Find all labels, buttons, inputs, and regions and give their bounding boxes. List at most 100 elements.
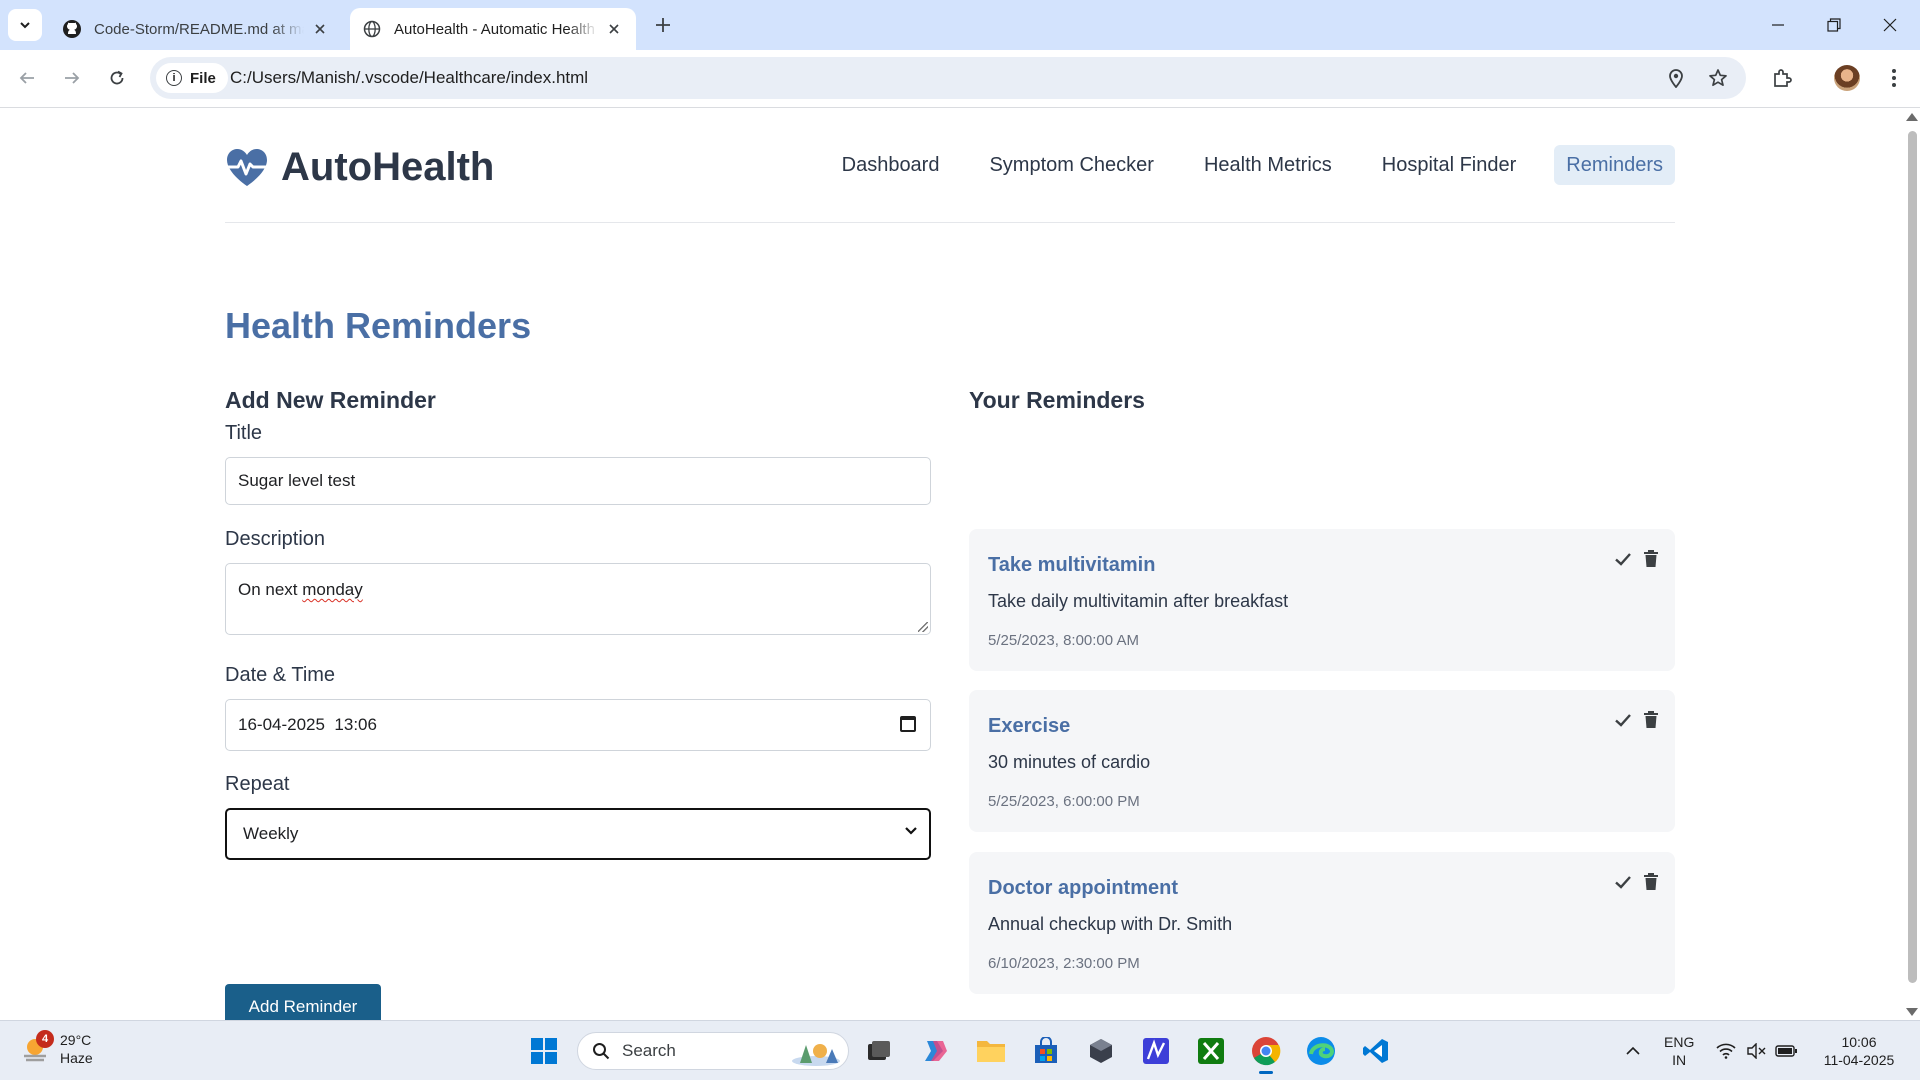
weather-haze-icon: 4 [20, 1030, 54, 1064]
chevron-down-icon [905, 827, 917, 835]
vscode-icon[interactable] [1359, 1034, 1393, 1068]
minimize-icon [1772, 24, 1784, 26]
reminder-card: Exercise 30 minutes of cardio 5/25/2023,… [969, 690, 1675, 832]
check-icon[interactable] [1613, 549, 1633, 569]
reminder-description: Take daily multivitamin after breakfast [988, 591, 1289, 611]
browser-tab-strip: Code-Storm/README.md at main AutoHealth … [0, 0, 1920, 50]
close-icon[interactable] [604, 19, 624, 39]
nav-link-symptom-checker[interactable]: Symptom Checker [977, 145, 1166, 185]
microsoft-store-icon[interactable] [1029, 1034, 1063, 1068]
file-explorer-icon[interactable] [974, 1034, 1008, 1068]
chrome-icon[interactable] [1249, 1034, 1283, 1074]
scroll-down-arrow[interactable] [1906, 1008, 1918, 1016]
search-highlight-icon [792, 1044, 840, 1066]
reminder-title: Doctor appointment [988, 877, 1178, 899]
description-text-prefix: On next [238, 580, 303, 599]
check-icon[interactable] [1613, 710, 1633, 730]
wifi-icon[interactable] [1709, 1034, 1743, 1068]
address-bar[interactable]: i File C:/Users/Manish/.vscode/Healthcar… [150, 57, 1746, 99]
restore-icon [1827, 18, 1841, 32]
reminder-description: Annual checkup with Dr. Smith [988, 914, 1233, 934]
chevron-down-icon [20, 22, 30, 29]
task-view-icon[interactable] [862, 1034, 896, 1068]
search-label: Search [622, 1041, 676, 1060]
bookmark-star-icon[interactable] [1706, 66, 1730, 90]
more-vertical-icon [1892, 69, 1896, 87]
region-code: IN [1672, 1052, 1687, 1068]
calendar-icon[interactable] [900, 716, 916, 732]
clock[interactable]: 10:06 11-04-2025 [1814, 1033, 1904, 1069]
reminder-title: Exercise [988, 715, 1071, 737]
site-info-chip[interactable]: i File [156, 63, 228, 93]
battery-icon[interactable] [1769, 1034, 1803, 1068]
profile-avatar[interactable] [1834, 65, 1860, 91]
location-pin-icon[interactable] [1664, 66, 1688, 90]
arrow-left-icon [19, 72, 34, 84]
language-indicator[interactable]: ENG IN [1664, 1033, 1694, 1069]
tab-code-storm[interactable]: Code-Storm/README.md at main [50, 8, 342, 50]
site-chip-label: File [190, 69, 216, 87]
math-app-icon[interactable] [1139, 1034, 1173, 1068]
volume-muted-icon[interactable] [1739, 1034, 1773, 1068]
start-button[interactable] [527, 1034, 561, 1068]
browser-menu-button[interactable] [1878, 62, 1910, 94]
site-logo[interactable]: AutoHealth [225, 145, 494, 190]
description-text-misspelled: monday [302, 580, 363, 599]
reminder-card: Take multivitamin Take daily multivitami… [969, 529, 1675, 671]
restore-button[interactable] [1806, 0, 1862, 50]
check-icon[interactable] [1613, 872, 1633, 892]
plus-icon [656, 18, 670, 32]
close-icon[interactable] [310, 19, 330, 39]
edge-icon[interactable] [1304, 1034, 1338, 1068]
minimize-button[interactable] [1750, 0, 1806, 50]
repeat-selected-value: Weekly [243, 824, 299, 843]
description-label: Description [225, 528, 326, 550]
site-header: AutoHealth Dashboard Symptom Checker Hea… [225, 109, 1675, 223]
description-textarea[interactable]: On next monday [225, 563, 931, 635]
taskbar-search[interactable]: Search [577, 1032, 849, 1070]
trash-icon[interactable] [1641, 548, 1661, 568]
resize-handle[interactable] [918, 622, 928, 632]
tab-title: Code-Storm/README.md at main [94, 20, 304, 38]
close-window-button[interactable] [1862, 0, 1918, 50]
github-icon [62, 19, 82, 39]
extensions-button[interactable] [1766, 62, 1798, 94]
main-nav: Dashboard Symptom Checker Health Metrics… [804, 145, 1675, 185]
heartbeat-icon [226, 148, 268, 186]
title-input[interactable]: Sugar level test [225, 457, 931, 505]
url-text: C:/Users/Manish/.vscode/Healthcare/index… [230, 68, 589, 87]
puzzle-icon [1774, 69, 1792, 87]
forward-button[interactable] [55, 61, 89, 95]
new-tab-button[interactable] [650, 12, 676, 38]
tab-search-button[interactable] [8, 9, 42, 41]
nav-link-reminders[interactable]: Reminders [1554, 145, 1675, 185]
page-scrollbar[interactable] [1904, 109, 1920, 1020]
page-viewport: AutoHealth Dashboard Symptom Checker Hea… [0, 109, 1904, 1020]
xbox-icon[interactable] [1194, 1034, 1228, 1068]
scroll-up-arrow[interactable] [1906, 113, 1918, 121]
globe-icon [362, 19, 382, 39]
nav-link-hospital-finder[interactable]: Hospital Finder [1370, 145, 1529, 185]
trash-icon[interactable] [1641, 709, 1661, 729]
back-button[interactable] [10, 61, 44, 95]
active-app-indicator [1259, 1071, 1273, 1074]
nav-link-health-metrics[interactable]: Health Metrics [1192, 145, 1344, 185]
tab-autohealth[interactable]: AutoHealth - Automatic Health [350, 8, 636, 50]
dark-cube-app-icon[interactable] [1084, 1034, 1118, 1068]
add-reminder-button[interactable]: Add Reminder [225, 984, 381, 1020]
show-hidden-icons-icon[interactable] [1616, 1034, 1650, 1068]
trash-icon[interactable] [1641, 871, 1661, 891]
reload-icon [110, 70, 124, 85]
scrollbar-thumb[interactable] [1908, 131, 1917, 983]
copilot-icon[interactable] [918, 1034, 952, 1068]
nav-link-dashboard[interactable]: Dashboard [830, 145, 952, 185]
weather-widget[interactable]: 4 29°C Haze [20, 1030, 93, 1067]
reload-button[interactable] [100, 61, 134, 95]
datetime-value: 16-04-2025 13:06 [238, 715, 377, 734]
browser-toolbar: i File C:/Users/Manish/.vscode/Healthcar… [0, 50, 1920, 108]
repeat-select[interactable]: Weekly [225, 808, 931, 860]
datetime-input[interactable]: 16-04-2025 13:06 [225, 699, 931, 751]
info-icon: i [166, 70, 182, 86]
reminder-datetime: 5/25/2023, 8:00:00 AM [988, 632, 1139, 649]
tab-title: AutoHealth - Automatic Health [394, 20, 595, 38]
